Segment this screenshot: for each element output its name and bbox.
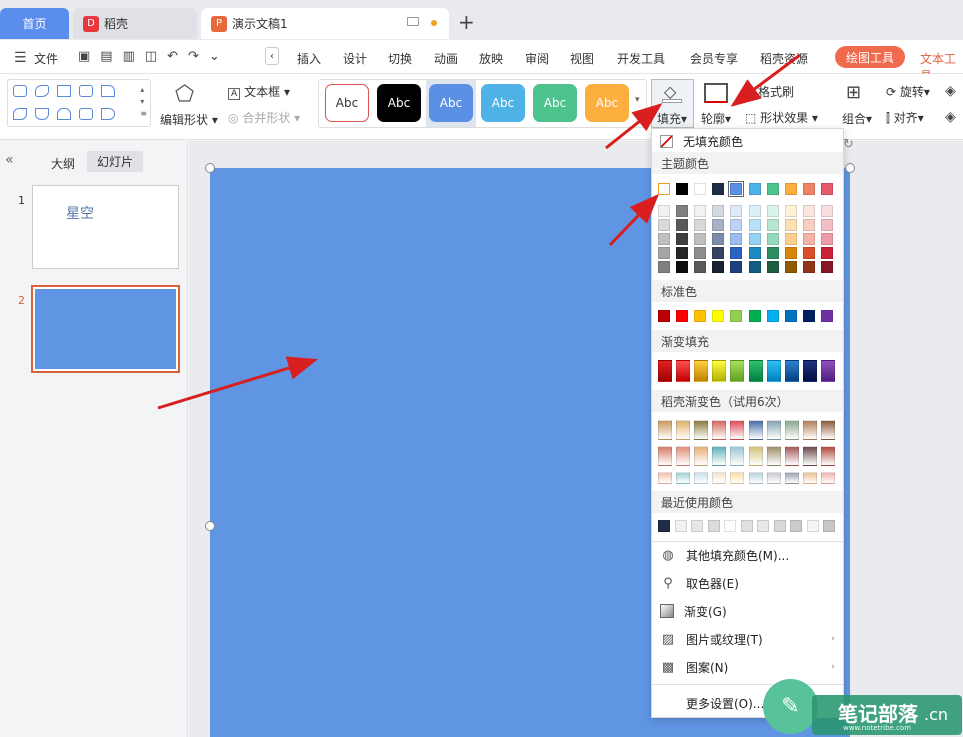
watermark-url: www.notetribe.com: [843, 724, 912, 732]
annotation-arrow: [730, 53, 801, 107]
annotation-arrow: [608, 193, 660, 247]
watermark-text: 笔记部落: [838, 702, 918, 726]
annotation-arrow: [157, 356, 318, 410]
watermark-suffix: .cn: [924, 705, 949, 724]
watermark-logo-icon: ✎: [763, 679, 818, 734]
annotation-arrow: [605, 103, 663, 150]
annotation-arrows: [157, 53, 801, 410]
